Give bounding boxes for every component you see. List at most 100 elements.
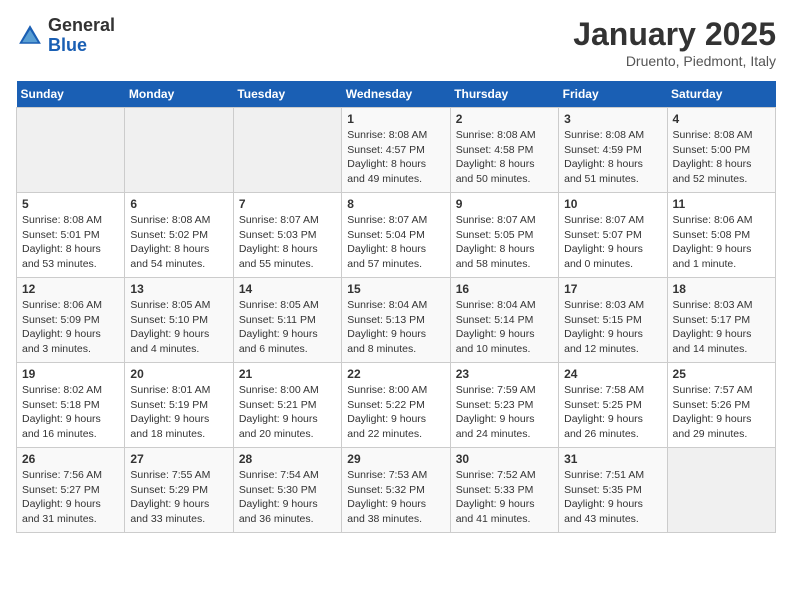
day-number: 27 bbox=[130, 452, 227, 466]
day-number: 8 bbox=[347, 197, 444, 211]
day-number: 13 bbox=[130, 282, 227, 296]
calendar-cell: 8Sunrise: 8:07 AM Sunset: 5:04 PM Daylig… bbox=[342, 193, 450, 278]
day-number: 26 bbox=[22, 452, 119, 466]
calendar-cell bbox=[125, 108, 233, 193]
calendar-cell: 11 Sunrise: 8:06 AM Sunset: 5:08 PM Dayli… bbox=[667, 193, 775, 278]
day-number: 23 bbox=[456, 367, 553, 381]
calendar-cell: 19 Sunrise: 8:02 AM Sunset: 5:18 PM Dayli… bbox=[17, 363, 125, 448]
day-info: Sunrise: 7:57 AM Sunset: 5:26 PM Dayligh… bbox=[673, 383, 770, 442]
day-number: 31 bbox=[564, 452, 661, 466]
day-info: Sunrise: 8:03 AM Sunset: 5:15 PM Dayligh… bbox=[564, 298, 661, 357]
day-number: 29 bbox=[347, 452, 444, 466]
calendar-cell: 5 Sunrise: 8:08 AM Sunset: 5:01 PM Daylig… bbox=[17, 193, 125, 278]
day-number: 15 bbox=[347, 282, 444, 296]
calendar-cell: 21 Sunrise: 8:00 AM Sunset: 5:21 PM Dayli… bbox=[233, 363, 341, 448]
title-block: January 2025 Druento, Piedmont, Italy bbox=[573, 16, 776, 69]
calendar-cell bbox=[667, 448, 775, 533]
calendar-cell: 16 Sunrise: 8:04 AM Sunset: 5:14 PM Dayli… bbox=[450, 278, 558, 363]
weekday-header-row: SundayMondayTuesdayWednesdayThursdayFrid… bbox=[17, 81, 776, 108]
logo-general-text: General bbox=[48, 15, 115, 35]
day-info: Sunrise: 8:06 AM Sunset: 5:09 PM Dayligh… bbox=[22, 298, 119, 357]
weekday-header: Friday bbox=[559, 81, 667, 108]
day-info: Sunrise: 8:04 AM Sunset: 5:14 PM Dayligh… bbox=[456, 298, 553, 357]
day-info: Sunrise: 8:08 AM Sunset: 4:58 PM Dayligh… bbox=[456, 128, 553, 187]
day-number: 2 bbox=[456, 112, 553, 126]
calendar-week-row: 5 Sunrise: 8:08 AM Sunset: 5:01 PM Daylig… bbox=[17, 193, 776, 278]
calendar-cell: 10Sunrise: 8:07 AM Sunset: 5:07 PM Dayli… bbox=[559, 193, 667, 278]
calendar-cell: 27 Sunrise: 7:55 AM Sunset: 5:29 PM Dayli… bbox=[125, 448, 233, 533]
day-number: 20 bbox=[130, 367, 227, 381]
day-number: 25 bbox=[673, 367, 770, 381]
calendar-cell: 24 Sunrise: 7:58 AM Sunset: 5:25 PM Dayli… bbox=[559, 363, 667, 448]
calendar-cell: 18Sunrise: 8:03 AM Sunset: 5:17 PM Dayli… bbox=[667, 278, 775, 363]
day-number: 19 bbox=[22, 367, 119, 381]
calendar-week-row: 12 Sunrise: 8:06 AM Sunset: 5:09 PM Dayli… bbox=[17, 278, 776, 363]
day-number: 24 bbox=[564, 367, 661, 381]
day-info: Sunrise: 7:56 AM Sunset: 5:27 PM Dayligh… bbox=[22, 468, 119, 527]
day-info: Sunrise: 7:52 AM Sunset: 5:33 PM Dayligh… bbox=[456, 468, 553, 527]
calendar-cell: 14 Sunrise: 8:05 AM Sunset: 5:11 PM Dayli… bbox=[233, 278, 341, 363]
day-info: Sunrise: 7:58 AM Sunset: 5:25 PM Dayligh… bbox=[564, 383, 661, 442]
calendar-cell: 23 Sunrise: 7:59 AM Sunset: 5:23 PM Dayli… bbox=[450, 363, 558, 448]
day-number: 16 bbox=[456, 282, 553, 296]
day-info: Sunrise: 8:04 AM Sunset: 5:13 PM Dayligh… bbox=[347, 298, 444, 357]
day-info: Sunrise: 8:06 AM Sunset: 5:08 PM Dayligh… bbox=[673, 213, 770, 272]
calendar-cell: 22Sunrise: 8:00 AM Sunset: 5:22 PM Dayli… bbox=[342, 363, 450, 448]
day-number: 10 bbox=[564, 197, 661, 211]
calendar-table: SundayMondayTuesdayWednesdayThursdayFrid… bbox=[16, 81, 776, 533]
day-info: Sunrise: 8:07 AM Sunset: 5:05 PM Dayligh… bbox=[456, 213, 553, 272]
weekday-header: Monday bbox=[125, 81, 233, 108]
day-number: 11 bbox=[673, 197, 770, 211]
day-info: Sunrise: 8:05 AM Sunset: 5:10 PM Dayligh… bbox=[130, 298, 227, 357]
day-info: Sunrise: 7:51 AM Sunset: 5:35 PM Dayligh… bbox=[564, 468, 661, 527]
day-number: 18 bbox=[673, 282, 770, 296]
calendar-week-row: 1 Sunrise: 8:08 AM Sunset: 4:57 PM Daylig… bbox=[17, 108, 776, 193]
weekday-header: Wednesday bbox=[342, 81, 450, 108]
calendar-cell: 13 Sunrise: 8:05 AM Sunset: 5:10 PM Dayli… bbox=[125, 278, 233, 363]
weekday-header: Thursday bbox=[450, 81, 558, 108]
day-number: 12 bbox=[22, 282, 119, 296]
calendar-cell bbox=[233, 108, 341, 193]
weekday-header: Saturday bbox=[667, 81, 775, 108]
calendar-cell: 9 Sunrise: 8:07 AM Sunset: 5:05 PM Daylig… bbox=[450, 193, 558, 278]
day-info: Sunrise: 8:08 AM Sunset: 4:59 PM Dayligh… bbox=[564, 128, 661, 187]
page-header: General Blue January 2025 Druento, Piedm… bbox=[16, 16, 776, 69]
day-number: 17 bbox=[564, 282, 661, 296]
day-number: 30 bbox=[456, 452, 553, 466]
day-number: 9 bbox=[456, 197, 553, 211]
calendar-cell: 2 Sunrise: 8:08 AM Sunset: 4:58 PM Daylig… bbox=[450, 108, 558, 193]
day-info: Sunrise: 7:53 AM Sunset: 5:32 PM Dayligh… bbox=[347, 468, 444, 527]
calendar-cell: 4Sunrise: 8:08 AM Sunset: 5:00 PM Daylig… bbox=[667, 108, 775, 193]
calendar-cell: 20 Sunrise: 8:01 AM Sunset: 5:19 PM Dayli… bbox=[125, 363, 233, 448]
day-info: Sunrise: 8:08 AM Sunset: 5:01 PM Dayligh… bbox=[22, 213, 119, 272]
day-info: Sunrise: 8:02 AM Sunset: 5:18 PM Dayligh… bbox=[22, 383, 119, 442]
calendar-cell: 28Sunrise: 7:54 AM Sunset: 5:30 PM Dayli… bbox=[233, 448, 341, 533]
calendar-cell bbox=[17, 108, 125, 193]
calendar-cell: 1 Sunrise: 8:08 AM Sunset: 4:57 PM Daylig… bbox=[342, 108, 450, 193]
day-info: Sunrise: 7:59 AM Sunset: 5:23 PM Dayligh… bbox=[456, 383, 553, 442]
day-info: Sunrise: 8:08 AM Sunset: 4:57 PM Dayligh… bbox=[347, 128, 444, 187]
calendar-cell: 26 Sunrise: 7:56 AM Sunset: 5:27 PM Dayli… bbox=[17, 448, 125, 533]
day-number: 5 bbox=[22, 197, 119, 211]
calendar-cell: 3 Sunrise: 8:08 AM Sunset: 4:59 PM Daylig… bbox=[559, 108, 667, 193]
location-subtitle: Druento, Piedmont, Italy bbox=[573, 53, 776, 69]
day-info: Sunrise: 7:54 AM Sunset: 5:30 PM Dayligh… bbox=[239, 468, 336, 527]
weekday-header: Tuesday bbox=[233, 81, 341, 108]
day-number: 1 bbox=[347, 112, 444, 126]
day-number: 4 bbox=[673, 112, 770, 126]
calendar-cell: 25 Sunrise: 7:57 AM Sunset: 5:26 PM Dayli… bbox=[667, 363, 775, 448]
day-info: Sunrise: 8:05 AM Sunset: 5:11 PM Dayligh… bbox=[239, 298, 336, 357]
calendar-cell: 31 Sunrise: 7:51 AM Sunset: 5:35 PM Dayli… bbox=[559, 448, 667, 533]
calendar-cell: 6Sunrise: 8:08 AM Sunset: 5:02 PM Daylig… bbox=[125, 193, 233, 278]
day-info: Sunrise: 8:00 AM Sunset: 5:21 PM Dayligh… bbox=[239, 383, 336, 442]
day-info: Sunrise: 7:55 AM Sunset: 5:29 PM Dayligh… bbox=[130, 468, 227, 527]
day-number: 21 bbox=[239, 367, 336, 381]
weekday-header: Sunday bbox=[17, 81, 125, 108]
logo-blue-text: Blue bbox=[48, 35, 87, 55]
day-number: 14 bbox=[239, 282, 336, 296]
day-number: 22 bbox=[347, 367, 444, 381]
logo-icon bbox=[16, 22, 44, 50]
day-number: 3 bbox=[564, 112, 661, 126]
calendar-cell: 29 Sunrise: 7:53 AM Sunset: 5:32 PM Dayli… bbox=[342, 448, 450, 533]
day-info: Sunrise: 8:01 AM Sunset: 5:19 PM Dayligh… bbox=[130, 383, 227, 442]
